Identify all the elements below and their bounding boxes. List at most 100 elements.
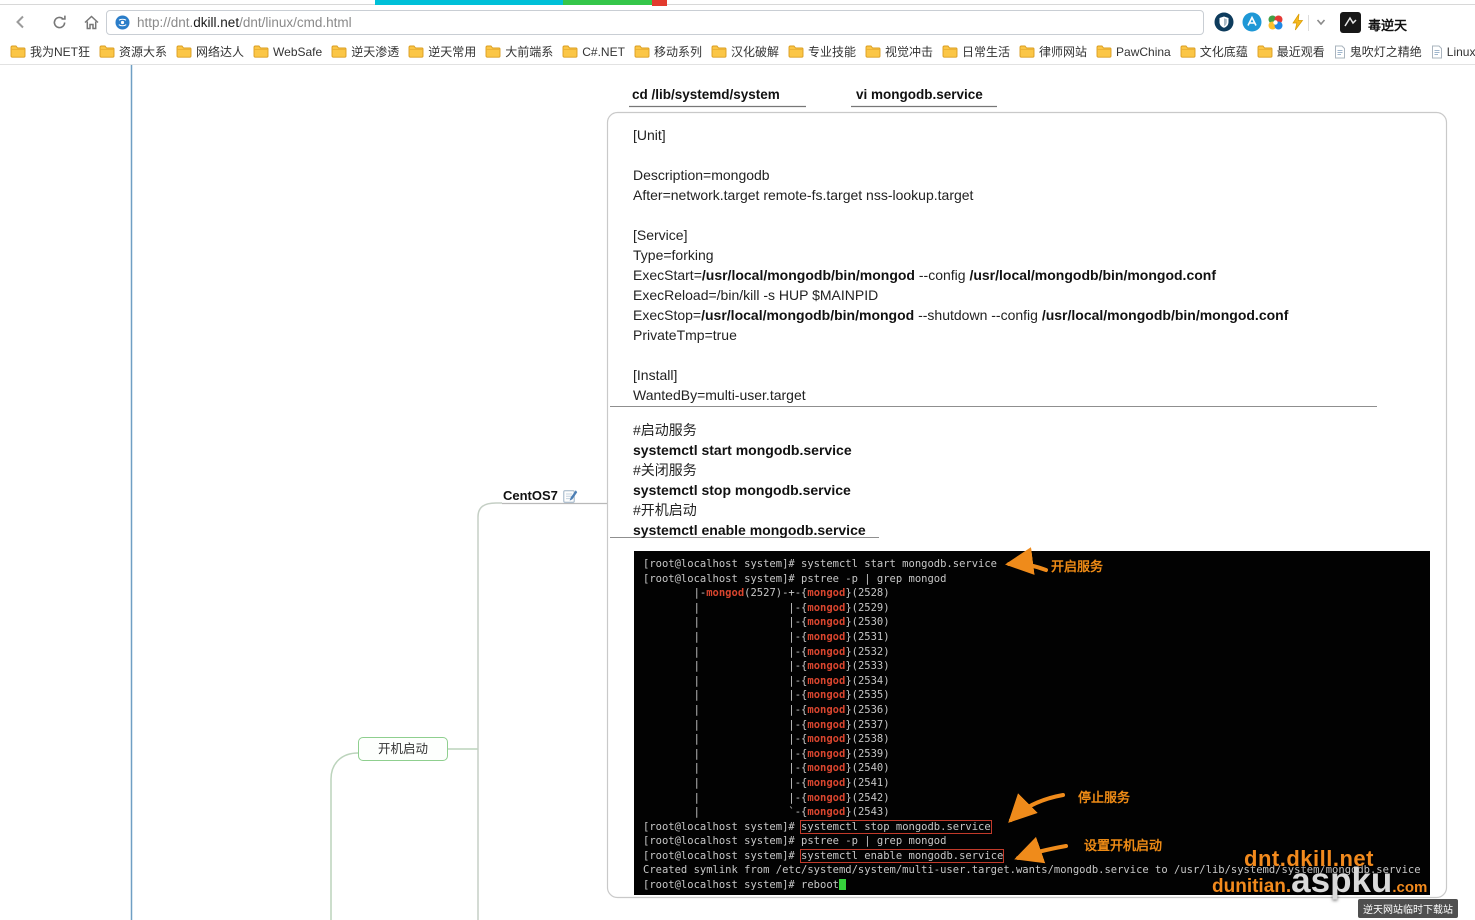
watermark-suffix: .com <box>1392 879 1427 896</box>
home-icon <box>83 14 100 31</box>
mindmap-node-centos7[interactable]: CentOS7 <box>503 488 578 503</box>
bookmark-label: 移动系列 <box>654 43 702 60</box>
terminal-screenshot: [root@localhost system]# systemctl start… <box>634 551 1430 895</box>
terminal-line: | |-{mongod}(2535) <box>643 688 1430 703</box>
address-bar[interactable]: http://dnt.dkill.net/dnt/linux/cmd.html <box>106 10 1204 35</box>
bookmark-item[interactable]: 网络达人 <box>176 43 244 60</box>
bookmark-label: 汉化破解 <box>731 43 779 60</box>
text-line <box>633 205 1288 225</box>
systemctl-commands-text: #启动服务systemctl start mongodb.service#关闭服… <box>633 420 866 540</box>
command-cd-header[interactable]: cd /lib/systemd/system <box>632 87 780 102</box>
bookmark-item[interactable]: 最近观看 <box>1257 43 1325 60</box>
text-line: [Install] <box>633 365 1288 385</box>
bookmark-item[interactable]: PawChina <box>1096 45 1171 59</box>
watermark-aspku: dunitian.aspku.com <box>1212 861 1427 901</box>
folder-icon <box>865 45 881 58</box>
text-line: Type=forking <box>633 245 1288 265</box>
text-line <box>633 145 1288 165</box>
folder-icon <box>331 45 347 58</box>
terminal-line: | |-{mongod}(2542) <box>643 791 1430 806</box>
page-icon <box>1431 45 1443 59</box>
bookmark-item[interactable]: 资源大系 <box>99 43 167 60</box>
bookmark-item[interactable]: 视觉冲击 <box>865 43 933 60</box>
bookmark-item[interactable]: WebSafe <box>253 45 322 59</box>
terminal-line: | |-{mongod}(2538) <box>643 732 1430 747</box>
url-segment: /dnt/linux/cmd.html <box>239 15 352 30</box>
text-line: systemctl stop mongodb.service <box>633 480 866 500</box>
bookmark-label: 律师网站 <box>1039 43 1087 60</box>
bookmark-item[interactable]: 我为NET狂 <box>10 43 90 60</box>
folder-icon <box>176 45 192 58</box>
tab-color-segment-green[interactable] <box>563 0 652 5</box>
node-label: CentOS7 <box>503 488 558 503</box>
bookmark-item[interactable]: 鬼吹灯之精绝 <box>1334 43 1422 60</box>
systemd-unit-config-text: [Unit] Description=mongodbAfter=network.… <box>633 125 1288 405</box>
bookmark-label: WebSafe <box>273 45 322 59</box>
annotation-stop-service: 停止服务 <box>1078 787 1130 806</box>
toolbar-divider <box>1308 15 1309 31</box>
node-label: 开机启动 <box>378 742 428 756</box>
folder-icon <box>1180 45 1196 58</box>
bookmark-label: Linux相 <box>1447 43 1475 60</box>
bookmark-label: PawChina <box>1116 45 1171 59</box>
terminal-line: | |-{mongod}(2540) <box>643 761 1430 776</box>
bookmark-label: 鬼吹灯之精绝 <box>1350 43 1422 60</box>
refresh-icon <box>51 14 68 31</box>
chevron-left-icon <box>12 13 30 31</box>
text-line: ExecReload=/bin/kill -s HUP $MAINPID <box>633 285 1288 305</box>
folder-icon <box>1257 45 1273 58</box>
bookmark-item[interactable]: C#.NET <box>562 45 625 59</box>
command-vi-header[interactable]: vi mongodb.service <box>856 87 983 102</box>
user-avatar[interactable] <box>1340 12 1361 33</box>
folder-icon <box>99 45 115 58</box>
bookmark-item[interactable]: 文化底蕴 <box>1180 43 1248 60</box>
tab-color-segment-cyan[interactable] <box>375 0 563 5</box>
bookmark-item[interactable]: 专业技能 <box>788 43 856 60</box>
bookmark-label: 大前端系 <box>505 43 553 60</box>
url-text[interactable]: http://dnt.dkill.net/dnt/linux/cmd.html <box>137 15 352 30</box>
folder-icon <box>408 45 424 58</box>
bookmark-label: 资源大系 <box>119 43 167 60</box>
folder-icon <box>634 45 650 58</box>
terminal-cursor <box>839 879 846 890</box>
translate-extension-icon[interactable] <box>1242 12 1262 32</box>
bookmark-item[interactable]: 移动系列 <box>634 43 702 60</box>
lightning-extension-icon[interactable] <box>1287 12 1307 32</box>
site-favicon-icon <box>115 15 130 30</box>
bookmark-item[interactable]: 律师网站 <box>1019 43 1087 60</box>
bookmark-label: 逆天常用 <box>428 43 476 60</box>
bookmark-label: 我为NET狂 <box>30 43 90 60</box>
folder-icon <box>1096 45 1112 58</box>
text-line: #启动服务 <box>633 420 866 440</box>
shield-extension-icon[interactable] <box>1214 12 1234 32</box>
home-button[interactable] <box>80 11 102 33</box>
back-button[interactable] <box>10 11 32 33</box>
watermark-prefix: dunitian. <box>1212 876 1291 897</box>
chevron-down-icon[interactable] <box>1313 14 1329 30</box>
bookmark-item[interactable]: 大前端系 <box>485 43 553 60</box>
terminal-line: | |-{mongod}(2532) <box>643 645 1430 660</box>
annotation-start-service: 开启服务 <box>1051 556 1103 575</box>
edit-note-icon[interactable] <box>563 489 578 503</box>
text-line: ExecStop=/usr/local/mongodb/bin/mongod -… <box>633 305 1288 325</box>
text-line: WantedBy=multi-user.target <box>633 385 1288 405</box>
page-icon <box>1334 45 1346 59</box>
user-name[interactable]: 毒逆天 <box>1368 15 1407 34</box>
url-segment: dkill.net <box>193 15 239 30</box>
terminal-line: | |-{mongod}(2536) <box>643 703 1430 718</box>
refresh-button[interactable] <box>48 11 70 33</box>
bookmark-item[interactable]: 汉化破解 <box>711 43 779 60</box>
bookmark-item[interactable]: Linux相 <box>1431 43 1475 60</box>
folder-icon <box>253 45 269 58</box>
text-line <box>633 345 1288 365</box>
bookmark-item[interactable]: 逆天渗透 <box>331 43 399 60</box>
bookmark-item[interactable]: 日常生活 <box>942 43 1010 60</box>
pinwheel-extension-icon[interactable] <box>1265 12 1285 32</box>
text-line: Description=mongodb <box>633 165 1288 185</box>
page-content: 开机启动 CentOS7 cd /lib/systemd/system vi m… <box>0 65 1475 920</box>
terminal-line: | |-{mongod}(2530) <box>643 615 1430 630</box>
mindmap-node-boot-startup[interactable]: 开机启动 <box>358 737 448 761</box>
browser-toolbar: http://dnt.dkill.net/dnt/linux/cmd.html … <box>0 6 1475 39</box>
bookmark-label: 网络达人 <box>196 43 244 60</box>
bookmark-item[interactable]: 逆天常用 <box>408 43 476 60</box>
